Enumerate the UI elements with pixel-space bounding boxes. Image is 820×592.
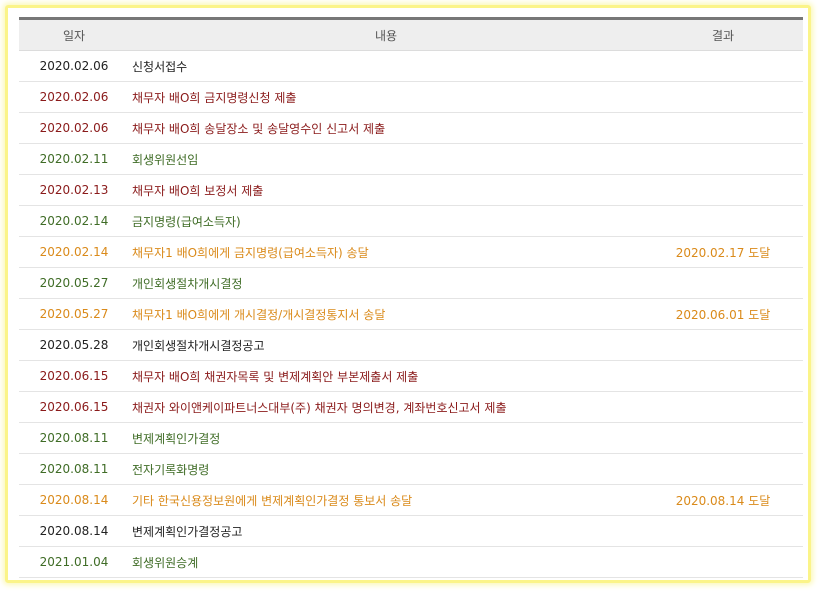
case-progress-table: 일자 내용 결과 2020.02.06 신청서접수 2020.02.06 채무자 배O… — [19, 17, 803, 578]
table-header: 일자 내용 결과 — [19, 20, 803, 51]
table-row: 2020.08.14 변제계획인가결정공고 — [19, 516, 803, 547]
row-date: 2020.02.13 — [39, 183, 109, 197]
row-content: 금지명령(급여소득자) — [132, 214, 241, 229]
row-content: 변제계획인가결정 — [132, 431, 221, 446]
table-row: 2020.02.06 채무자 배O희 송달장소 및 송달영수인 신고서 제출 — [19, 113, 803, 144]
row-content: 개인회생절차개시결정 — [132, 276, 243, 291]
row-content: 기타 한국신용정보원에게 변제계획인가결정 통보서 송달 — [132, 493, 413, 508]
row-content: 채무자 배O희 채권자목록 및 변제계획안 부본제출서 제출 — [132, 369, 419, 384]
table-row: 2020.02.13 채무자 배O희 보정서 제출 — [19, 175, 803, 206]
row-date: 2020.02.06 — [39, 121, 109, 135]
table-row: 2020.06.15 채무자 배O희 채권자목록 및 변제계획안 부본제출서 제출 — [19, 361, 803, 392]
row-content: 채무자 배O희 송달장소 및 송달영수인 신고서 제출 — [132, 121, 386, 136]
row-date: 2020.02.14 — [39, 245, 109, 259]
table-row: 2020.08.11 전자기록화명령 — [19, 454, 803, 485]
row-date: 2020.06.15 — [39, 369, 109, 383]
table-row: 2020.02.11 회생위원선임 — [19, 144, 803, 175]
table-row: 2020.06.15 채권자 와이앤케이파트너스대부(주) 채권자 명의변경, 계… — [19, 392, 803, 423]
table-row: 2020.02.06 신청서접수 — [19, 51, 803, 82]
row-date: 2020.08.14 — [39, 493, 109, 507]
table-row: 2020.05.27 개인회생절차개시결정 — [19, 268, 803, 299]
row-content: 채권자 와이앤케이파트너스대부(주) 채권자 명의변경, 계좌번호신고서 제출 — [132, 400, 507, 415]
row-date: 2020.02.06 — [39, 59, 109, 73]
table-row: 2020.05.28 개인회생절차개시결정공고 — [19, 330, 803, 361]
row-date: 2020.06.15 — [39, 400, 109, 414]
row-date: 2021.01.04 — [39, 555, 109, 569]
table-body: 2020.02.06 신청서접수 2020.02.06 채무자 배O희 금지명령신청 … — [19, 51, 803, 578]
table-row: 2020.08.14 기타 한국신용정보원에게 변제계획인가결정 통보서 송달 20… — [19, 485, 803, 516]
row-content: 채무자 배O희 보정서 제출 — [132, 183, 264, 198]
row-content: 채무자1 배O희에게 개시결정/개시결정통지서 송달 — [132, 307, 386, 322]
row-content: 회생위원선임 — [132, 152, 199, 167]
row-date: 2020.08.11 — [39, 431, 109, 445]
row-content: 개인회생절차개시결정공고 — [132, 338, 265, 353]
table-row: 2020.02.14 금지명령(급여소득자) — [19, 206, 803, 237]
row-date: 2020.02.11 — [39, 152, 109, 166]
row-content: 회생위원승계 — [132, 555, 199, 570]
row-date: 2020.08.14 — [39, 524, 109, 538]
table-row: 2020.02.14 채무자1 배O희에게 금지명령(급여소득자) 송달 2020.… — [19, 237, 803, 268]
table-row: 2021.01.04 회생위원승계 — [19, 547, 803, 578]
row-date: 2020.08.11 — [39, 462, 109, 476]
row-content: 전자기록화명령 — [132, 462, 210, 477]
table-row: 2020.02.06 채무자 배O희 금지명령신청 제출 — [19, 82, 803, 113]
row-content: 변제계획인가결정공고 — [132, 524, 243, 539]
row-content: 채무자1 배O희에게 금지명령(급여소득자) 송달 — [132, 245, 369, 260]
row-result: 2020.08.14 도달 — [675, 493, 771, 508]
row-result: 2020.06.01 도달 — [675, 307, 771, 322]
row-date: 2020.05.27 — [39, 276, 109, 290]
table-row: 2020.08.11 변제계획인가결정 — [19, 423, 803, 454]
header-content: 내용 — [374, 28, 398, 43]
row-result: 2020.02.17 도달 — [675, 245, 771, 260]
header-date: 일자 — [62, 28, 86, 43]
row-date: 2020.02.06 — [39, 90, 109, 104]
header-result: 결과 — [711, 28, 735, 43]
row-date: 2020.05.28 — [39, 338, 109, 352]
row-content: 채무자 배O희 금지명령신청 제출 — [132, 90, 297, 105]
row-date: 2020.02.14 — [39, 214, 109, 228]
row-date: 2020.05.27 — [39, 307, 109, 321]
row-content: 신청서접수 — [132, 59, 188, 74]
table-row: 2020.05.27 채무자1 배O희에게 개시결정/개시결정통지서 송달 2020… — [19, 299, 803, 330]
